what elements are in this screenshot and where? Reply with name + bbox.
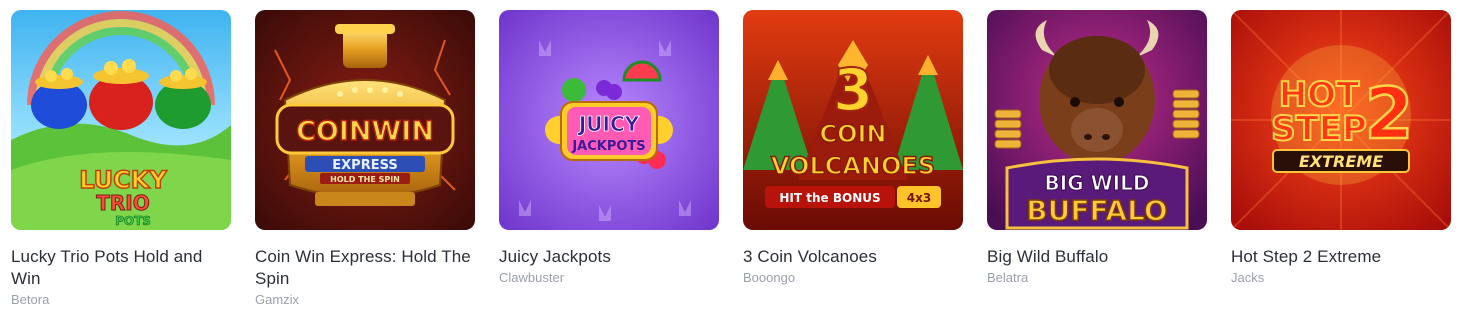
game-card-lucky-trio-pots[interactable]: LUCKY TRIO POTS Lucky Trio Pots Hold and…: [11, 10, 231, 309]
game-provider: Belatra: [987, 270, 1029, 285]
game-card-3-coin-volcanoes[interactable]: 3 COIN VOLCANOES HIT the BONUS 4x3 3 Coi…: [743, 10, 963, 287]
juicy-jackpots-artwork: JUICY JACKPOTS: [499, 10, 719, 230]
art-text-express: EXPRESS: [332, 158, 397, 173]
game-title[interactable]: Juicy Jackpots: [499, 246, 719, 268]
hot-step-2-extreme-artwork: HOT STEP 2 EXTREME: [1231, 10, 1451, 230]
game-title[interactable]: Coin Win Express: Hold The Spin: [255, 246, 475, 290]
3-coin-volcanoes-artwork: 3 COIN VOLCANOES HIT the BONUS 4x3: [743, 10, 963, 230]
game-provider: Clawbuster: [499, 270, 565, 285]
art-text-3: 3: [833, 56, 873, 124]
game-thumbnail[interactable]: HOT STEP 2 EXTREME: [1231, 10, 1451, 230]
lucky-trio-pots-artwork: LUCKY TRIO POTS: [11, 10, 231, 230]
art-text-trio: TRIO: [96, 191, 150, 215]
art-text-extreme: EXTREME: [1299, 152, 1383, 171]
game-card-coin-win-express[interactable]: COINWIN EXPRESS HOLD THE SPIN Coin Win E…: [255, 10, 475, 309]
art-text-step: STEP: [1271, 109, 1367, 149]
art-text-hold-the-spin: HOLD THE SPIN: [330, 175, 400, 184]
art-text-pots: POTS: [115, 214, 151, 228]
game-provider: Jacks: [1231, 270, 1265, 285]
art-text-big-wild: BIG WILD: [1045, 171, 1150, 195]
art-text-hit-the-bonus: HIT the BONUS: [779, 191, 880, 205]
art-text-juicy: JUICY: [577, 112, 640, 136]
game-provider: Gamzix: [255, 292, 300, 307]
art-text-lucky: LUCKY: [79, 166, 167, 194]
art-text-volcanoes: VOLCANOES: [771, 152, 935, 180]
game-card-big-wild-buffalo[interactable]: BIG WILD BUFFALO Big Wild Buffalo Belatr…: [987, 10, 1207, 287]
game-card-hot-step-2-extreme[interactable]: HOT STEP 2 EXTREME Hot Step 2 Extreme Ja…: [1231, 10, 1451, 287]
game-thumbnail[interactable]: JUICY JACKPOTS: [499, 10, 719, 230]
game-provider: Booongo: [743, 270, 796, 285]
game-thumbnail[interactable]: BIG WILD BUFFALO: [987, 10, 1207, 230]
game-thumbnail[interactable]: COINWIN EXPRESS HOLD THE SPIN: [255, 10, 475, 230]
game-title[interactable]: 3 Coin Volcanoes: [743, 246, 963, 268]
art-text-coinwin: COINWIN: [296, 116, 434, 147]
game-title[interactable]: Big Wild Buffalo: [987, 246, 1207, 268]
art-text-jackpots: JACKPOTS: [571, 139, 645, 154]
coin-win-express-artwork: COINWIN EXPRESS HOLD THE SPIN: [255, 10, 475, 230]
big-wild-buffalo-artwork: BIG WILD BUFFALO: [987, 10, 1207, 230]
art-text-buffalo: BUFFALO: [1026, 194, 1167, 227]
game-thumbnail[interactable]: 3 COIN VOLCANOES HIT the BONUS 4x3: [743, 10, 963, 230]
game-title[interactable]: Hot Step 2 Extreme: [1231, 246, 1451, 268]
art-text-4x3: 4x3: [907, 191, 931, 205]
art-text-coin: COIN: [819, 120, 886, 148]
art-text-2: 2: [1365, 73, 1414, 155]
game-provider: Betora: [11, 292, 50, 307]
games-row: LUCKY TRIO POTS Lucky Trio Pots Hold and…: [0, 0, 1460, 307]
game-card-juicy-jackpots[interactable]: JUICY JACKPOTS Juicy Jackpots Clawbuster: [499, 10, 719, 287]
game-title[interactable]: Lucky Trio Pots Hold and Win: [11, 246, 231, 290]
game-thumbnail[interactable]: LUCKY TRIO POTS: [11, 10, 231, 230]
